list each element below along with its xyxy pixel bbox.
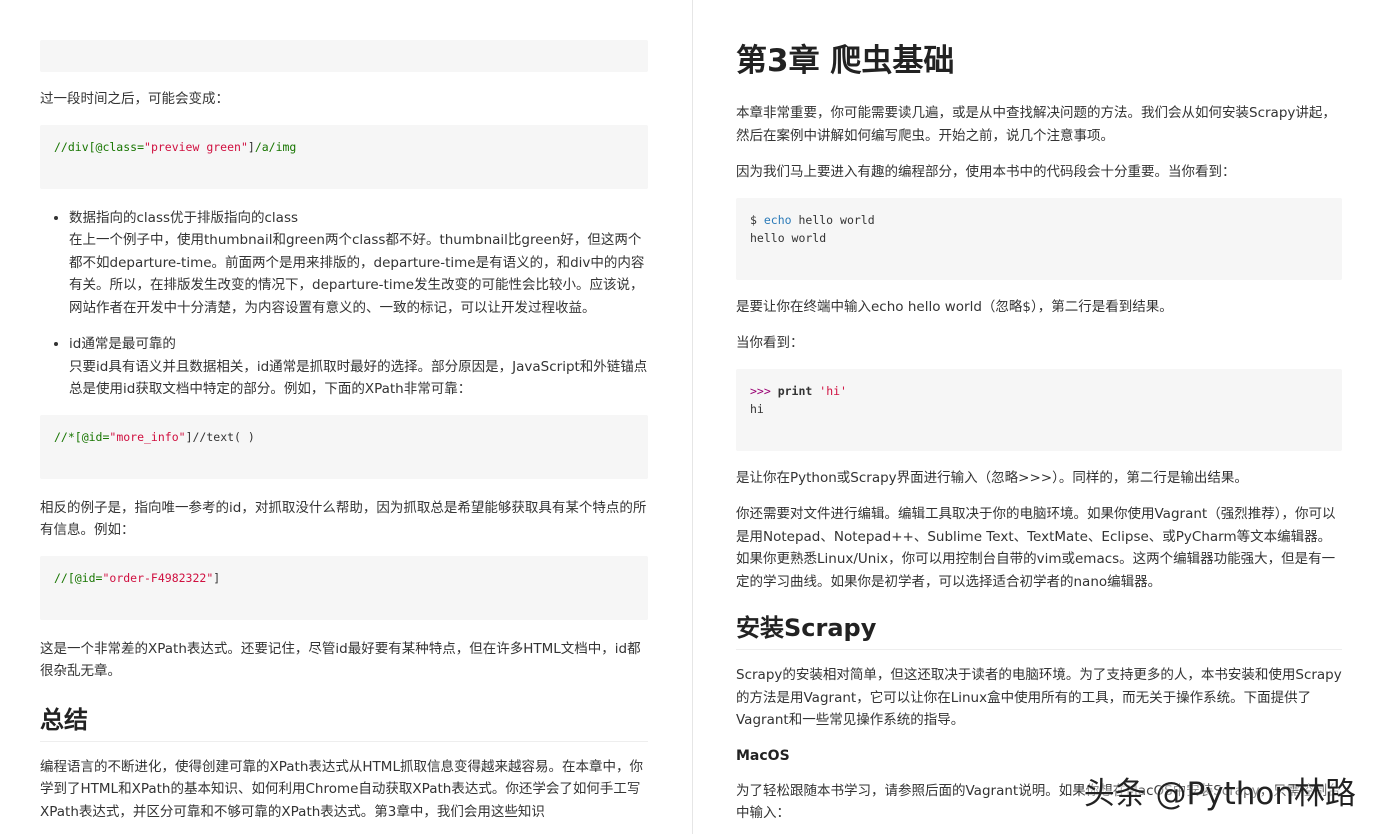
- paragraph: 相反的例子是，指向唯一参考的id，对抓取没什么帮助，因为抓取总是希望能够获取具有…: [40, 499, 647, 539]
- list-item: id通常是最可靠的 只要id具有语义并且数据相关，id通常是抓取时最好的选择。部…: [69, 333, 648, 401]
- code-block: $ echo hello world hello world: [736, 197, 1342, 280]
- paragraph: 过一段时间之后，可能会变成：: [40, 91, 229, 107]
- right-page: 第3章 爬虫基础 本章非常重要，你可能需要读几遍，或是从中查找解决问题的方法。我…: [692, 0, 1382, 834]
- bullet-list: 数据指向的class优于排版指向的class 在上一个例子中，使用thumbna…: [40, 207, 648, 401]
- code-block: //*[@id="more_info"]//text( ): [40, 414, 648, 479]
- paragraph: 编程语言的不断进化，使得创建可靠的XPath表达式从HTML抓取信息变得越来越容…: [40, 758, 643, 820]
- paragraph: 因为我们马上要进入有趣的编程部分，使用本书中的代码段会十分重要。当你看到：: [736, 164, 1236, 180]
- paragraph: 你还需要对文件进行编辑。编辑工具取决于你的电脑环境。如果你使用Vagrant（强…: [736, 506, 1336, 590]
- paragraph: 是让你在Python或Scrapy界面进行输入（忽略>>>）。同样的，第二行是输…: [736, 469, 1248, 486]
- section-heading-install: 安装Scrapy: [736, 611, 1342, 650]
- code-block: >>> print 'hi' hi: [736, 368, 1342, 451]
- paragraph: Scrapy的安装相对简单，但这还取决于读者的电脑环境。为了支持更多的人，本书安…: [736, 667, 1342, 728]
- paragraph: 本章非常重要，你可能需要读几遍，或是从中查找解决问题的方法。我们会从如何安装Sc…: [736, 105, 1336, 144]
- left-page: 过一段时间之后，可能会变成： //div[@class="preview gre…: [0, 0, 692, 834]
- paragraph: 是要让你在终端中输入echo hello world（忽略$），第二行是看到结果…: [736, 298, 1173, 315]
- list-item: 数据指向的class优于排版指向的class 在上一个例子中，使用thumbna…: [69, 207, 648, 320]
- code-block-top: [40, 40, 648, 72]
- code-block: //[@id="order-F4982322"]: [40, 555, 648, 620]
- section-heading-summary: 总结: [40, 703, 648, 742]
- code-block: //div[@class="preview green"]/a/img: [40, 124, 648, 189]
- subheading-macos: MacOS: [736, 747, 790, 764]
- paragraph: 当你看到：: [736, 335, 804, 351]
- chapter-title: 第3章 爬虫基础: [736, 43, 955, 79]
- watermark-text: 头条 @Python林路: [1083, 776, 1356, 812]
- paragraph: 这是一个非常差的XPath表达式。还要记住，尽管id最好要有某种特点，但在许多H…: [40, 640, 641, 680]
